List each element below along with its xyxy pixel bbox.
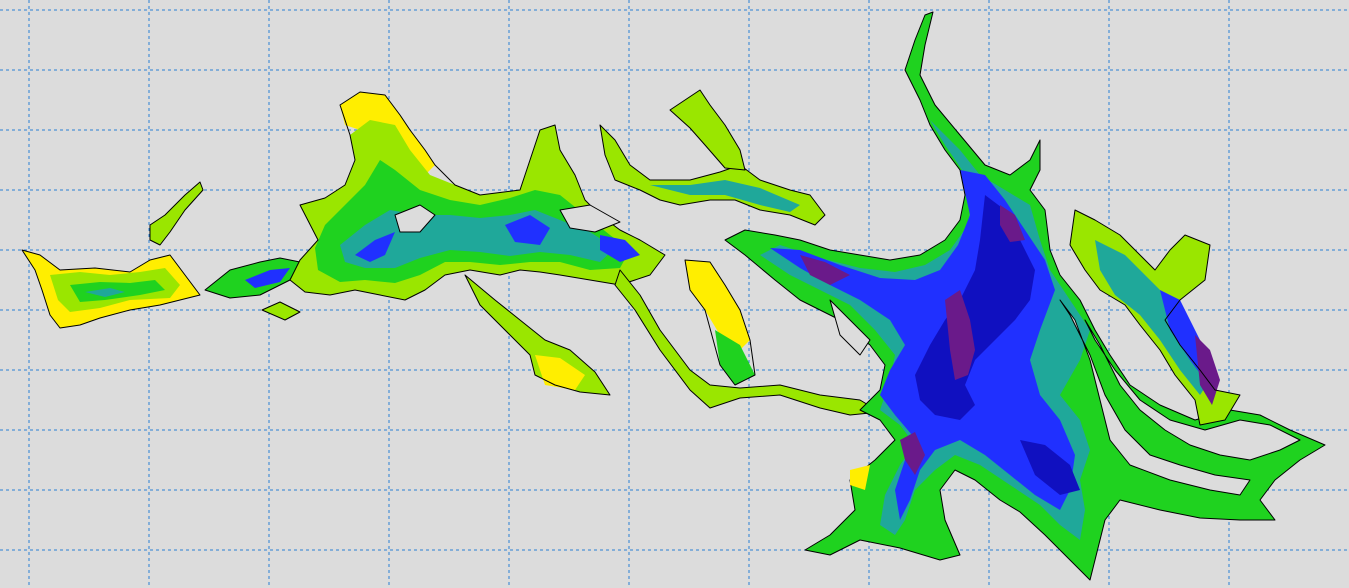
contour-region-west <box>21 181 301 329</box>
contour-map <box>0 0 1349 588</box>
contour-region-east <box>724 11 1326 581</box>
